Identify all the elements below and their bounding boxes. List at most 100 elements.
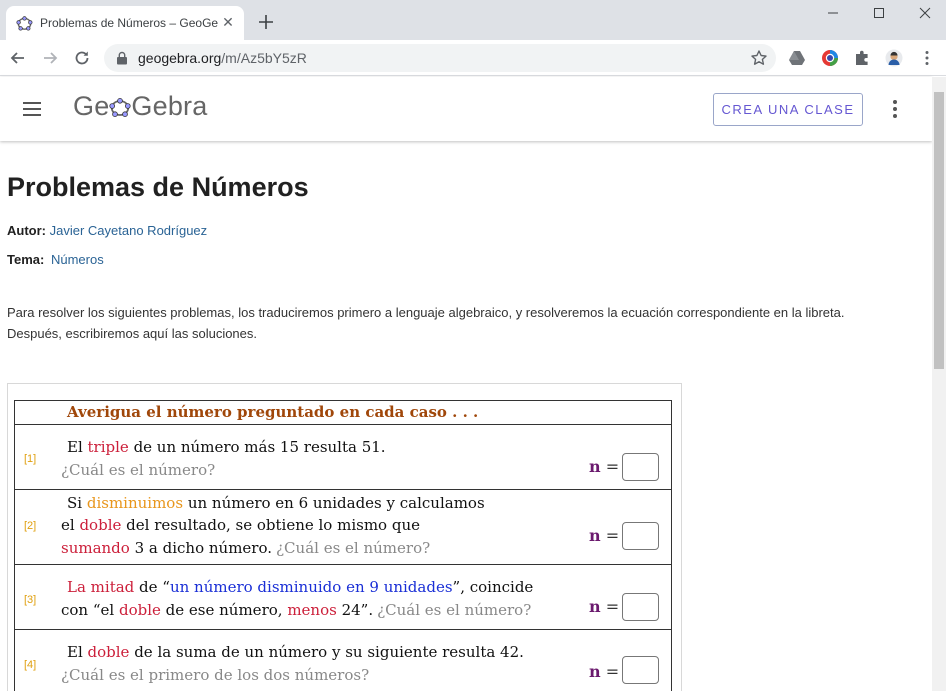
text-segment: con “el	[61, 601, 119, 619]
lock-icon[interactable]	[116, 51, 128, 65]
text-segment: un número en 6 unidades y calculamos	[183, 494, 485, 512]
problem-row-1: [1] El triple de un número más 15 result…	[15, 425, 671, 490]
geogebra-logo-icon	[109, 98, 132, 118]
hamburger-menu-icon[interactable]	[22, 101, 42, 117]
answer-input-1[interactable]	[622, 453, 659, 481]
more-options-icon[interactable]	[888, 99, 902, 119]
topic-label: Tema:	[7, 252, 45, 267]
problem-2-line-2: el doble del resultado, se obtiene lo mi…	[61, 516, 420, 534]
color-extension-icon[interactable]	[821, 49, 839, 67]
scrollbar-thumb[interactable]	[934, 92, 944, 369]
answer-input-3[interactable]	[622, 593, 659, 621]
text-segment: El	[67, 643, 88, 661]
keyword: menos	[287, 601, 337, 619]
problem-2-line-1: Si disminuimos un número en 6 unidades y…	[67, 494, 485, 512]
geogebra-header: Ge Gebra CREA UNA CLASE	[0, 77, 932, 141]
problem-4-question: ¿Cuál es el primero de los dos números?	[61, 666, 370, 684]
logo-text-ge: Ge	[73, 91, 110, 121]
profile-avatar-icon[interactable]	[885, 49, 903, 67]
text-segment: de la suma de un número y su siguiente r…	[129, 643, 524, 661]
description: Para resolver los siguientes problemas, …	[7, 302, 917, 344]
forward-arrow-icon[interactable]	[40, 48, 60, 68]
bookmark-star-icon[interactable]	[750, 49, 768, 67]
back-arrow-icon[interactable]	[8, 48, 28, 68]
equals-sign: =	[600, 457, 620, 476]
text-segment: El	[67, 438, 88, 456]
equals-sign: =	[600, 662, 620, 681]
browser-menu-icon[interactable]	[918, 49, 936, 67]
worksheet-heading: Averigua el número preguntado en cada ca…	[67, 403, 479, 421]
maximize-icon[interactable]	[869, 4, 889, 22]
worksheet-heading-row: Averigua el número preguntado en cada ca…	[15, 401, 671, 425]
text-segment: de un número más 15 resulta 51.	[128, 438, 386, 456]
problem-3-line-2: con “el doble de ese número, menos 24”. ¿…	[61, 601, 531, 619]
browser-tabstrip: Problemas de Números – GeoGe ✕	[0, 0, 946, 40]
keyword: doble	[87, 643, 130, 661]
keyword: disminuimos	[86, 494, 184, 512]
answer-variable: n	[589, 597, 601, 616]
keyword: doble	[118, 601, 161, 619]
tab-close-icon[interactable]: ✕	[220, 14, 236, 30]
geogebra-logo[interactable]: Ge Gebra	[73, 91, 207, 127]
description-line-2: Después, escribiremos aquí las solucione…	[7, 326, 258, 341]
browser-tab[interactable]: Problemas de Números – GeoGe ✕	[6, 6, 244, 40]
answer-label: n =	[589, 662, 619, 681]
problem-2-question: ¿Cuál es el número?	[276, 539, 431, 557]
problem-number: [1]	[24, 453, 37, 465]
logo-text-gebra: Gebra	[131, 91, 208, 121]
address-bar[interactable]: geogebra.org/m/Az5bY5zR	[104, 44, 776, 72]
text-segment: del resultado, se obtiene lo mismo que	[121, 516, 420, 534]
text-segment: Si	[67, 494, 87, 512]
create-class-button[interactable]: CREA UNA CLASE	[713, 93, 863, 126]
answer-input-2[interactable]	[622, 522, 659, 550]
text-segment: ”, coincide	[452, 578, 534, 596]
answer-label: n =	[589, 597, 619, 616]
tab-title: Problemas de Números – GeoGe	[40, 16, 219, 30]
problem-number: [3]	[24, 594, 37, 606]
keyword: sumando	[61, 539, 130, 557]
topic-link[interactable]: Números	[51, 252, 104, 267]
answer-input-4[interactable]	[622, 656, 659, 684]
keyword: doble	[79, 516, 122, 534]
minimize-icon[interactable]	[823, 4, 843, 22]
problem-3-line-1: La mitad de “un número disminuido en 9 u…	[67, 578, 533, 596]
url-text[interactable]: geogebra.org/m/Az5bY5zR	[138, 50, 307, 66]
equals-sign: =	[600, 526, 620, 545]
answer-label: n =	[589, 526, 619, 545]
problem-1-line-1: El triple de un número más 15 resulta 51…	[67, 438, 386, 456]
problem-1-question: ¿Cuál es el número?	[61, 461, 216, 479]
geogebra-favicon-icon	[16, 16, 33, 31]
text-segment: el	[61, 516, 80, 534]
description-line-1: Para resolver los siguientes problemas, …	[7, 305, 845, 320]
problem-2-line-3: sumando 3 a dicho número. ¿Cuál es el núm…	[61, 539, 430, 557]
problem-worksheet: Averigua el número preguntado en cada ca…	[14, 400, 672, 691]
text-segment: 24”.	[336, 601, 374, 619]
author-label: Autor:	[7, 223, 46, 238]
topic-line: Tema: Números	[7, 252, 104, 267]
url-host: geogebra.org	[138, 50, 222, 66]
keyword: La mitad	[67, 578, 135, 596]
page-title: Problemas de Números	[7, 172, 309, 202]
equals-sign: =	[600, 597, 620, 616]
answer-variable: n	[589, 526, 601, 545]
text-segment: 3 a dicho número.	[129, 539, 273, 557]
drive-extension-icon[interactable]	[788, 49, 806, 67]
extensions-puzzle-icon[interactable]	[853, 49, 871, 67]
new-tab-icon[interactable]	[256, 12, 276, 32]
problem-4-line-1: El doble de la suma de un número y su si…	[67, 643, 524, 661]
text-segment: de “	[134, 578, 170, 596]
answer-label: n =	[589, 457, 619, 476]
problem-number: [4]	[24, 659, 37, 671]
browser-toolbar: geogebra.org/m/Az5bY5zR	[0, 40, 946, 76]
text-segment: de ese número,	[160, 601, 288, 619]
close-window-icon[interactable]	[915, 4, 935, 22]
problem-row-2: [2] Si disminuimos un número en 6 unidad…	[15, 490, 671, 565]
keyword: un número disminuido en 9 unidades	[169, 578, 453, 596]
problem-number: [2]	[24, 520, 37, 532]
author-link[interactable]: Javier Cayetano Rodríguez	[50, 223, 208, 238]
problem-row-3: [3] La mitad de “un número disminuido en…	[15, 565, 671, 630]
answer-variable: n	[589, 662, 601, 681]
keyword: triple	[87, 438, 129, 456]
problem-row-4: [4] El doble de la suma de un número y s…	[15, 630, 671, 691]
reload-icon[interactable]	[72, 48, 92, 68]
